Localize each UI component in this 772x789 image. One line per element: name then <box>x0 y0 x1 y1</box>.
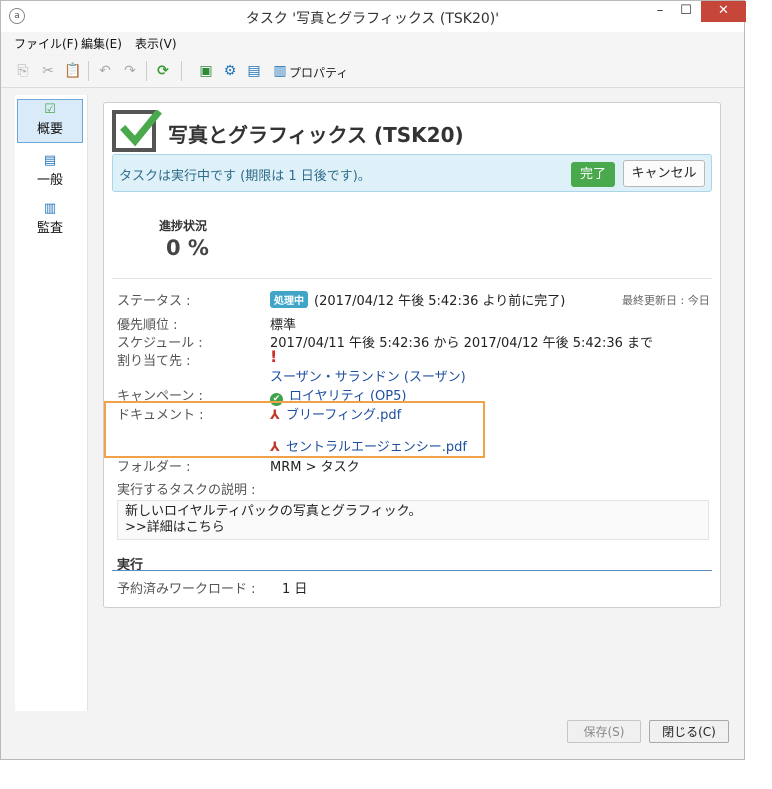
copy-icon[interactable]: ⎘ <box>14 62 32 80</box>
task-overview-panel: 写真とグラフィックス (TSK20) タスクは実行中です (期限は 1 日後です… <box>103 102 721 608</box>
save-record-icon[interactable]: ▣ <box>197 62 215 80</box>
sidebar-item-label: 概要 <box>36 122 63 137</box>
save-button[interactable]: 保存(S) <box>567 720 641 743</box>
audit-icon: ▥ <box>43 201 57 216</box>
properties-button[interactable]: プロパティ <box>289 64 348 81</box>
description-label: 実行するタスクの説明 : <box>117 483 256 498</box>
undo-icon[interactable]: ↶ <box>96 62 114 80</box>
schedule-label: スケジュール : <box>117 336 203 351</box>
last-modified: 最終更新日 : 今日 <box>622 294 710 307</box>
document-item[interactable]: ⅄ セントラルエージェンシー.pdf <box>270 436 467 455</box>
schedule-value: 2017/04/11 午後 5:42:36 から 2017/04/12 午後 5… <box>270 336 654 351</box>
section-divider <box>112 570 712 571</box>
progress-value: 0 % <box>166 236 209 260</box>
sidebar-item-general[interactable]: ▤ 一般 <box>15 151 85 199</box>
divider <box>112 278 712 279</box>
status-value: 処理中 (2017/04/12 午後 5:42:36 より前に完了) <box>270 290 565 309</box>
workload-value: 1 日 <box>282 582 308 597</box>
window-title: タスク '写真とグラフィックス (TSK20)' <box>245 11 500 27</box>
status-alert: タスクは実行中です (期限は 1 日後です)。 完了 キャンセル <box>112 154 712 192</box>
clipboard-icon: ▤ <box>43 153 57 168</box>
properties-icon[interactable]: ▥ <box>271 62 289 80</box>
sidebar-item-overview[interactable]: ☑ 概要 <box>17 99 83 143</box>
sidebar-item-audit[interactable]: ▥ 監査 <box>15 199 85 247</box>
alert-text: タスクは実行中です (期限は 1 日後です)。 <box>119 169 371 184</box>
menu-view[interactable]: 表示(V) <box>135 35 177 52</box>
status-badge: 処理中 <box>270 291 308 308</box>
menu-edit[interactable]: 編集(E) <box>81 35 122 52</box>
documents-label: ドキュメント : <box>117 408 204 423</box>
cancel-task-button[interactable]: キャンセル <box>623 160 705 187</box>
sidebar-item-label: 一般 <box>36 173 63 188</box>
settings-gear-icon[interactable]: ⚙ <box>221 62 239 80</box>
task-title: 写真とグラフィックス (TSK20) <box>168 123 464 147</box>
status-text: (2017/04/12 午後 5:42:36 より前に完了) <box>314 294 566 309</box>
document-lock-icon[interactable]: ▤ <box>245 62 263 80</box>
cut-icon[interactable]: ✂ <box>39 62 57 80</box>
paste-icon[interactable]: 📋 <box>64 62 82 80</box>
complete-button[interactable]: 完了 <box>571 162 615 187</box>
priority-label: 優先順位 : <box>117 318 178 333</box>
menu-file[interactable]: ファイル(F) <box>14 35 78 52</box>
pdf-icon: ⅄ <box>270 440 280 455</box>
minimize-button[interactable]: – <box>647 1 673 22</box>
task-check-icon <box>112 110 162 152</box>
toolbar-separator <box>181 61 182 81</box>
folder-label: フォルダー : <box>117 460 191 475</box>
progress-label: 進捗状況 <box>159 219 208 233</box>
priority-high-icon: ! <box>270 347 278 366</box>
close-window-button[interactable]: ✕ <box>701 1 746 22</box>
toolbar-separator <box>88 61 89 81</box>
menu-bar: ファイル(F) 編集(E) 表示(V) <box>1 32 744 54</box>
task-window: a タスク '写真とグラフィックス (TSK20)' – ☐ ✕ ファイル(F)… <box>0 0 746 760</box>
redo-icon[interactable]: ↷ <box>121 62 139 80</box>
description-line: 新しいロイヤルティパックの写真とグラフィック。 <box>125 504 422 519</box>
details-link[interactable]: >>詳細はこちら <box>125 520 422 536</box>
priority-value: 標準 <box>270 318 297 333</box>
description-text: 新しいロイヤルティパックの写真とグラフィック。 >>詳細はこちら <box>125 504 422 536</box>
toolbar: ⎘ ✂ 📋 ↶ ↷ ⟳ ▣ ⚙ ▤ ▥ プロパティ <box>1 55 744 88</box>
title-bar: a タスク '写真とグラフィックス (TSK20)' – ☐ ✕ <box>1 1 746 32</box>
pdf-icon: ⅄ <box>270 408 280 423</box>
sidebar-item-label: 監査 <box>36 221 63 236</box>
toolbar-separator <box>146 61 147 81</box>
assignee-label: 割り当て先 : <box>117 354 191 369</box>
status-label: ステータス : <box>117 294 191 309</box>
close-button[interactable]: 閉じる(C) <box>649 720 729 743</box>
workload-label: 予約済みワークロード : <box>117 582 256 597</box>
maximize-button[interactable]: ☐ <box>673 1 699 22</box>
sidebar: ☑ 概要 ▤ 一般 ▥ 監査 <box>15 95 88 711</box>
document-item[interactable]: ⅄ ブリーフィング.pdf <box>270 404 401 423</box>
assignee-link[interactable]: スーザン・サランドン (スーザン) <box>270 366 466 385</box>
refresh-icon[interactable]: ⟳ <box>154 62 172 80</box>
document-link[interactable]: ブリーフィング.pdf <box>286 408 401 423</box>
description-box: 新しいロイヤルティパックの写真とグラフィック。 >>詳細はこちら <box>117 500 709 540</box>
check-icon: ☑ <box>44 102 56 117</box>
document-link[interactable]: セントラルエージェンシー.pdf <box>286 440 467 455</box>
folder-value: MRM > タスク <box>270 460 360 475</box>
